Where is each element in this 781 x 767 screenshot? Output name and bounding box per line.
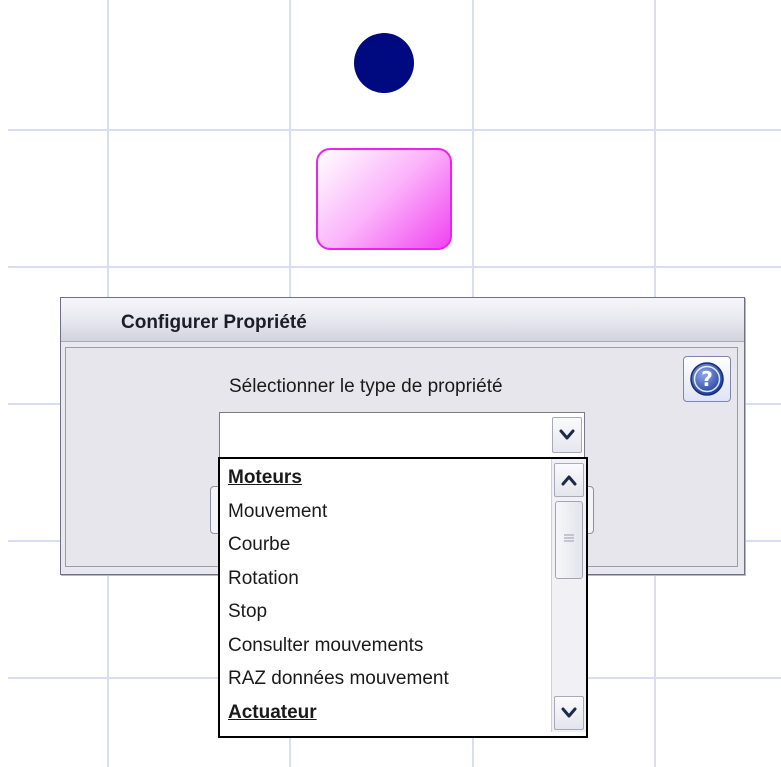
dropdown-button[interactable] [552, 417, 582, 453]
chevron-up-icon [561, 475, 577, 486]
scroll-up-button[interactable] [554, 463, 584, 497]
help-icon: ? [690, 362, 724, 396]
scroll-down-button[interactable] [554, 696, 584, 730]
chevron-down-icon [559, 429, 575, 440]
grid-line [8, 129, 781, 131]
property-type-select[interactable] [219, 412, 585, 458]
list-option[interactable]: Rotation [228, 568, 299, 590]
list-option[interactable]: Courbe [228, 534, 290, 556]
help-button[interactable]: ? [683, 356, 731, 402]
dialog-titlebar[interactable]: Configurer Propriété [61, 298, 744, 342]
grid-line [8, 266, 781, 268]
chevron-down-icon [561, 707, 577, 718]
property-type-listbox[interactable]: Moteurs Mouvement Courbe Rotation Stop Consul… [218, 457, 588, 738]
list-option[interactable]: RAZ données mouvement [228, 668, 449, 690]
svg-text:?: ? [701, 367, 713, 391]
list-group-header: Moteurs [228, 467, 302, 488]
listbox-scrollbar[interactable] [551, 459, 586, 732]
rectangle-node[interactable] [316, 148, 452, 250]
list-group-header: Actuateur [228, 701, 317, 723]
dialog-title: Configurer Propriété [121, 312, 307, 333]
circle-node[interactable] [354, 33, 414, 93]
list-option[interactable]: Stop [228, 601, 267, 623]
grip-icon [564, 534, 574, 542]
list-option[interactable]: Consulter mouvements [228, 635, 423, 657]
property-type-label: Sélectionner le type de propriété [229, 376, 503, 397]
list-option[interactable]: Mouvement [228, 501, 327, 523]
scroll-thumb[interactable] [555, 501, 583, 579]
